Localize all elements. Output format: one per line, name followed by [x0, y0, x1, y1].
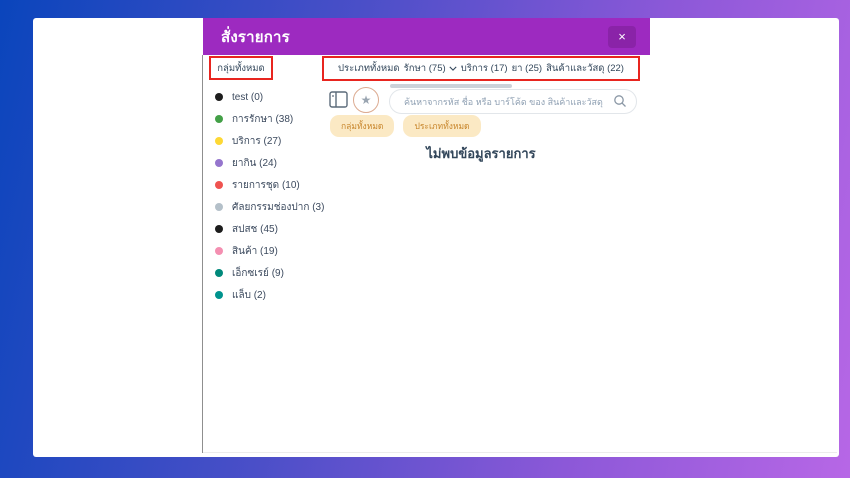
type-tab[interactable]: ประเภททั้งหมด	[338, 61, 400, 76]
category-label: บริการ (27)	[232, 135, 282, 147]
type-tab-label: รักษา (75)	[403, 63, 446, 74]
layout-panel-icon	[329, 91, 348, 108]
category-list-item[interactable]: รายการชุด (10)	[215, 174, 335, 196]
type-tab-label: ยา (25)	[511, 63, 543, 74]
chevron-down-icon	[449, 66, 457, 71]
type-tab[interactable]: สินค้าและวัสดุ (22)	[546, 61, 624, 76]
category-list-item[interactable]: บริการ (27)	[215, 130, 335, 152]
filter-chip[interactable]: กลุ่มทั้งหมด	[330, 115, 395, 137]
type-tab-label: บริการ (17)	[460, 63, 508, 74]
filter-chips: กลุ่มทั้งหมด ประเภททั้งหมด	[330, 115, 481, 137]
category-label: สปสช (45)	[232, 223, 278, 235]
type-tab[interactable]: บริการ (17)	[461, 61, 508, 76]
close-icon: ×	[618, 29, 626, 44]
category-label: เอ็กซเรย์ (9)	[232, 267, 284, 279]
type-tab-label: สินค้าและวัสดุ (22)	[546, 63, 624, 74]
filter-chip-label: กลุ่มทั้งหมด	[341, 121, 384, 131]
type-tab[interactable]: ยา (25)	[512, 61, 542, 76]
category-list-item[interactable]: แล็บ (2)	[215, 284, 335, 306]
desktop-background: { "modal": { "title": "สั่งรายการ", "clo…	[0, 0, 850, 478]
modal-left-border	[202, 55, 203, 453]
category-label: ศัลยกรรมช่องปาก (3)	[232, 201, 325, 213]
category-color-dot	[215, 181, 223, 189]
all-groups-button[interactable]: กลุ่มทั้งหมด	[209, 56, 273, 80]
close-button[interactable]: ×	[608, 25, 636, 48]
category-color-dot	[215, 137, 223, 145]
modal-header: สั่งรายการ ×	[203, 18, 650, 55]
type-tabs: ประเภททั้งหมด รักษา (75) บริการ (17) ยา …	[322, 56, 640, 81]
category-color-dot	[215, 115, 223, 123]
category-label: การรักษา (38)	[232, 113, 294, 125]
favorite-star-button[interactable]: ★	[353, 87, 379, 113]
category-color-dot	[215, 291, 223, 299]
layout-toggle-button[interactable]	[329, 91, 349, 109]
category-list-item[interactable]: สปสช (45)	[215, 218, 335, 240]
category-label: ยากิน (24)	[232, 157, 277, 169]
filter-chip[interactable]: ประเภททั้งหมด	[403, 115, 481, 137]
empty-state-message: ไม่พบข้อมูลรายการ	[426, 146, 536, 161]
category-color-dot	[215, 247, 223, 255]
category-label: สินค้า (19)	[232, 245, 278, 257]
category-color-dot	[215, 269, 223, 277]
type-tab[interactable]: รักษา (75)	[404, 61, 457, 76]
search-input[interactable]	[389, 89, 637, 114]
category-list-item[interactable]: สินค้า (19)	[215, 240, 335, 262]
modal-title: สั่งรายการ	[221, 28, 290, 46]
type-tab-label: ประเภททั้งหมด	[338, 63, 400, 74]
category-color-dot	[215, 93, 223, 101]
category-color-dot	[215, 225, 223, 233]
category-list-item[interactable]: การรักษา (38)	[215, 108, 335, 130]
category-color-dot	[215, 159, 223, 167]
filter-chip-label: ประเภททั้งหมด	[414, 121, 470, 131]
category-list-item[interactable]: เอ็กซเรย์ (9)	[215, 262, 335, 284]
category-list-item[interactable]: ยากิน (24)	[215, 152, 335, 174]
category-list: test (0) การรักษา (38) บริการ (27) ยากิน…	[215, 86, 335, 306]
category-label: รายการชุด (10)	[232, 179, 300, 191]
category-list-item[interactable]: ศัลยกรรมช่องปาก (3)	[215, 196, 335, 218]
star-icon: ★	[360, 93, 372, 107]
modal-footer-divider	[203, 452, 837, 453]
category-label: test (0)	[232, 91, 264, 103]
category-color-dot	[215, 203, 223, 211]
all-groups-label: กลุ่มทั้งหมด	[217, 62, 265, 74]
category-list-item[interactable]: test (0)	[215, 86, 335, 108]
category-label: แล็บ (2)	[232, 289, 266, 301]
search-bar	[389, 89, 637, 114]
tabs-horizontal-scrollbar[interactable]	[390, 84, 512, 88]
